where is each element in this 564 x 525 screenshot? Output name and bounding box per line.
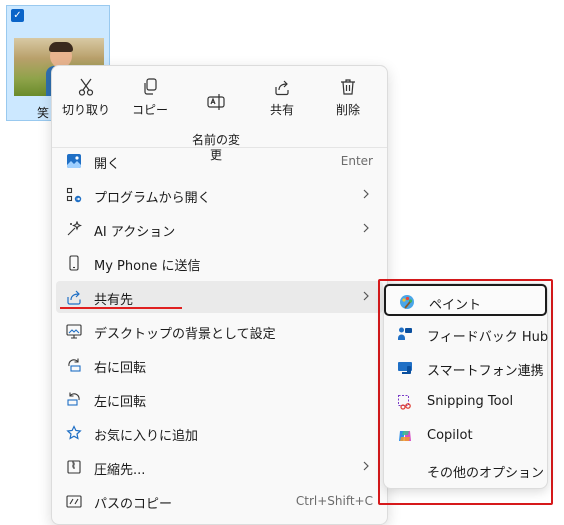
menu-item-rotate-right[interactable]: 右に回転	[56, 349, 383, 381]
delete-icon	[341, 79, 355, 95]
cut-label: 切り取り	[61, 103, 110, 117]
submenu-item-copilot[interactable]: Copilot	[384, 420, 547, 452]
copy-button[interactable]: コピー	[118, 72, 182, 140]
menu-item-set-wallpaper-label: デスクトップの背景として設定	[94, 327, 276, 342]
menu-item-copy-path-label: パスのコピー	[94, 497, 173, 512]
menu-item-copy-path[interactable]: パスのコピー Ctrl+Shift+C	[56, 485, 383, 517]
menu-item-rotate-left[interactable]: 左に回転	[56, 383, 383, 415]
share-button[interactable]: 共有	[250, 72, 314, 140]
menu-item-copy-path-shortcut: Ctrl+Shift+C	[295, 494, 373, 508]
submenu-item-paint-label: ペイント	[429, 298, 482, 313]
copilot-icon	[399, 431, 411, 441]
menu-item-compress-label: 圧縮先...	[94, 463, 146, 478]
open-image-icon	[67, 154, 81, 168]
submenu-item-snipping-tool[interactable]: Snipping Tool	[384, 386, 547, 418]
menu-item-ai-actions[interactable]: AI アクション	[56, 213, 383, 245]
phone-link-icon	[398, 362, 412, 374]
chevron-right-icon	[363, 223, 369, 233]
rename-icon	[207, 94, 225, 110]
phone-icon	[69, 255, 79, 271]
submenu-item-copilot-label: Copilot	[427, 428, 473, 443]
delete-button[interactable]: 削除	[316, 72, 380, 140]
star-icon	[66, 425, 82, 440]
menu-item-set-wallpaper[interactable]: デスクトップの背景として設定	[56, 315, 383, 347]
menu-item-open-with[interactable]: プログラムから開く	[56, 179, 383, 211]
quick-action-bar: 切り取り コピー 名前の変 更 共有 削除	[52, 72, 387, 162]
cut-icon	[78, 78, 94, 96]
chevron-right-icon	[363, 461, 369, 471]
menu-item-open[interactable]: 開く Enter	[56, 145, 383, 177]
zip-icon	[67, 460, 81, 474]
snipping-tool-icon	[398, 395, 411, 410]
menu-item-open-with-label: プログラムから開く	[94, 191, 211, 206]
menu-item-send-to-phone-label: My Phone に送信	[94, 259, 201, 274]
rotate-left-icon	[67, 392, 80, 406]
cut-button[interactable]: 切り取り	[54, 72, 118, 140]
rename-button[interactable]: 名前の変 更	[184, 72, 248, 162]
checkbox-checked-icon[interactable]: ✓	[11, 9, 24, 22]
submenu-item-more-options[interactable]: その他のオプション	[384, 454, 547, 486]
rotate-right-icon	[68, 358, 81, 372]
annotation-underline	[60, 307, 182, 309]
menu-item-rotate-right-label: 右に回転	[94, 361, 147, 376]
submenu-item-paint[interactable]: ペイント	[384, 284, 547, 316]
open-with-icon	[66, 187, 82, 203]
chevron-right-icon	[363, 291, 369, 301]
chevron-right-icon	[363, 189, 369, 199]
submenu-item-phone-link[interactable]: スマートフォン連携	[384, 352, 547, 384]
menu-item-compress[interactable]: 圧縮先...	[56, 451, 383, 483]
submenu-item-phone-link-label: スマートフォン連携	[427, 364, 544, 379]
copy-icon	[144, 78, 157, 95]
menu-item-rotate-left-label: 左に回転	[94, 395, 147, 410]
delete-label: 削除	[335, 103, 360, 117]
menu-item-open-label: 開く	[94, 157, 121, 172]
wallpaper-icon	[66, 324, 82, 339]
menu-item-ai-actions-label: AI アクション	[94, 225, 176, 240]
menu-item-open-shortcut: Enter	[340, 154, 373, 168]
submenu-item-feedback-hub-label: フィードバック Hub	[427, 330, 549, 345]
share-icon	[275, 80, 289, 96]
submenu-item-feedback-hub[interactable]: フィードバック Hub	[384, 318, 549, 350]
copy-label: コピー	[131, 103, 168, 117]
paint-icon	[400, 295, 414, 309]
submenu-item-snipping-tool-label: Snipping Tool	[427, 394, 514, 409]
feedback-hub-icon	[398, 327, 412, 340]
ai-sparkle-icon	[67, 221, 82, 236]
share-label: 共有	[269, 103, 294, 117]
file-name: 笑	[37, 106, 50, 120]
context-menu: 切り取り コピー 名前の変 更 共有 削除 開く Enter プログラムから開く…	[51, 65, 388, 525]
menu-item-add-favorites-label: お気に入りに追加	[94, 429, 199, 444]
menu-item-share-with-label: 共有先	[94, 293, 134, 308]
share-icon	[67, 290, 81, 305]
submenu-item-more-options-label: その他のオプション	[427, 466, 545, 481]
menu-item-send-to-phone[interactable]: My Phone に送信	[56, 247, 383, 279]
menu-item-add-favorites[interactable]: お気に入りに追加	[56, 417, 383, 449]
share-submenu: ペイント フィードバック Hub スマートフォン連携 Snipping Tool	[383, 283, 548, 489]
